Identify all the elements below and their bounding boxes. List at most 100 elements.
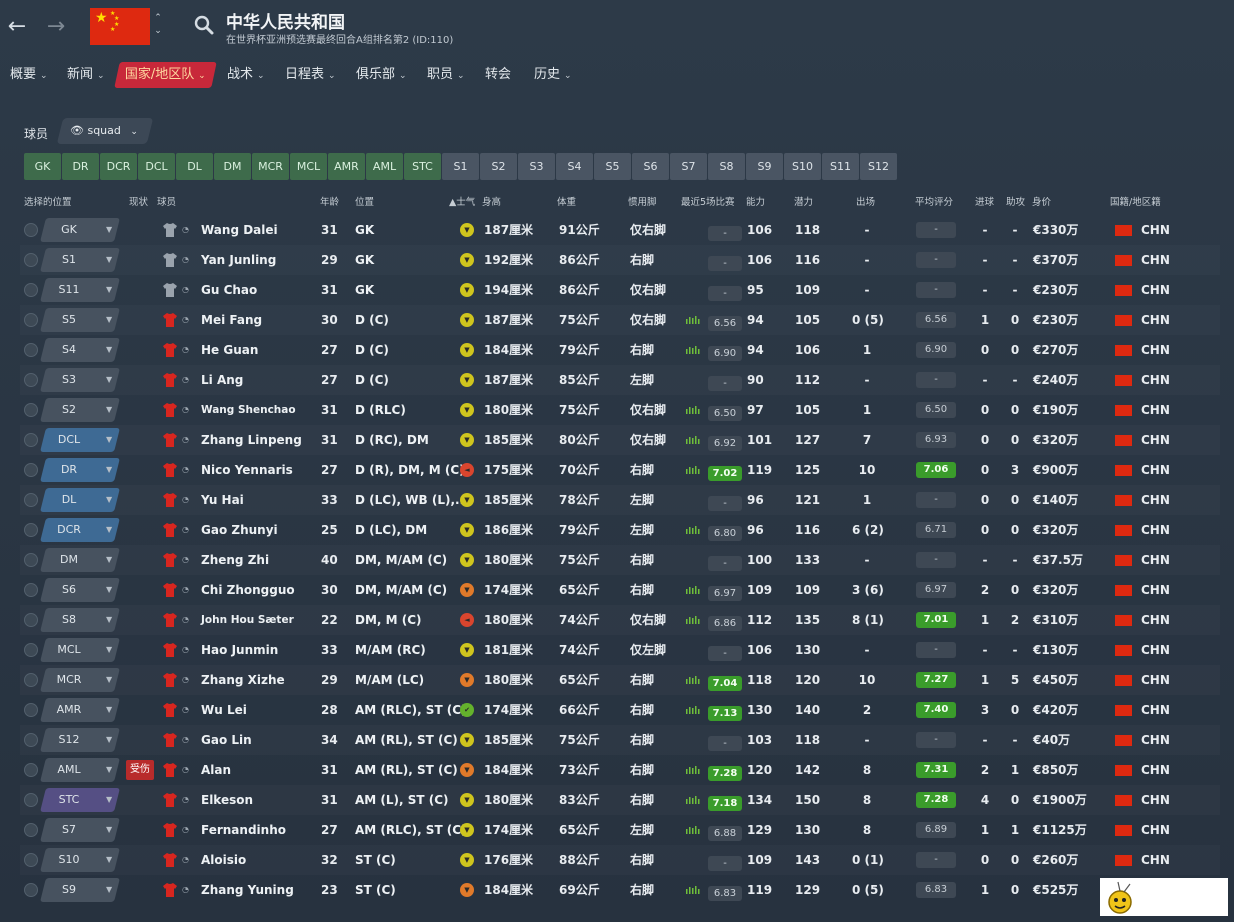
selected-position-dropdown[interactable]: S12 ▼: [40, 728, 120, 752]
player-info-icon[interactable]: ◔: [182, 875, 194, 905]
player-info-icon[interactable]: ◔: [182, 755, 194, 785]
player-name[interactable]: Mei Fang: [201, 305, 262, 335]
selected-position-dropdown[interactable]: AMR ▼: [40, 698, 120, 722]
player-info-icon[interactable]: ◔: [182, 485, 194, 515]
column-header-avg[interactable]: 平均评分: [915, 194, 953, 208]
player-name[interactable]: Chi Zhongguo: [201, 575, 295, 605]
player-name[interactable]: Yan Junling: [201, 245, 276, 275]
select-checkbox[interactable]: [24, 433, 38, 447]
table-row[interactable]: DM ▼ ◔ Zheng Zhi 40 DM, M/AM (C) ▼ 180厘米 75公斤 右脚 -…: [20, 545, 1220, 575]
player-info-icon[interactable]: ◔: [182, 215, 194, 245]
selected-position-dropdown[interactable]: S8 ▼: [40, 608, 120, 632]
column-header-assists[interactable]: 助攻: [1006, 194, 1025, 208]
filter-s9[interactable]: S9: [746, 153, 783, 180]
player-info-icon[interactable]: ◔: [182, 575, 194, 605]
select-checkbox[interactable]: [24, 373, 38, 387]
selected-position-dropdown[interactable]: GK ▼: [40, 218, 120, 242]
selected-position-dropdown[interactable]: DCL ▼: [40, 428, 120, 452]
player-name[interactable]: Zhang Yuning: [201, 875, 294, 905]
column-header-form[interactable]: 最近5场比赛: [681, 194, 735, 208]
selected-position-dropdown[interactable]: S2 ▼: [40, 398, 120, 422]
select-checkbox[interactable]: [24, 853, 38, 867]
table-row[interactable]: S7 ▼ ◔ Fernandinho 27 AM (RLC), ST (C) ▼ 174厘米 6…: [20, 815, 1220, 845]
table-row[interactable]: S6 ▼ ◔ Chi Zhongguo 30 DM, M/AM (C) ▼ 174厘米 65公斤…: [20, 575, 1220, 605]
selected-position-dropdown[interactable]: S10 ▼: [40, 848, 120, 872]
player-info-icon[interactable]: ◔: [182, 365, 194, 395]
table-row[interactable]: S12 ▼ ◔ Gao Lin 34 AM (RL), ST (C) ▼ 185厘米 75公斤右…: [20, 725, 1220, 755]
table-row[interactable]: MCR ▼ ◔ Zhang Xizhe 29 M/AM (LC) ▼ 180厘米 65公斤 右脚 7…: [20, 665, 1220, 695]
column-header-position[interactable]: 位置: [355, 194, 374, 208]
selected-position-dropdown[interactable]: S9 ▼: [40, 878, 120, 902]
player-name[interactable]: Zhang Xizhe: [201, 665, 285, 695]
selected-position-dropdown[interactable]: MCL ▼: [40, 638, 120, 662]
player-info-icon[interactable]: ◔: [182, 335, 194, 365]
player-info-icon[interactable]: ◔: [182, 695, 194, 725]
select-checkbox[interactable]: [24, 793, 38, 807]
select-checkbox[interactable]: [24, 583, 38, 597]
player-info-icon[interactable]: ◔: [182, 785, 194, 815]
player-name[interactable]: Elkeson: [201, 785, 253, 815]
column-header-morale[interactable]: ▲士气: [449, 194, 475, 208]
filter-s11[interactable]: S11: [822, 153, 859, 180]
filter-dl[interactable]: DL: [176, 153, 213, 180]
player-name[interactable]: Alan: [201, 755, 231, 785]
filter-dcr[interactable]: DCR: [100, 153, 137, 180]
select-checkbox[interactable]: [24, 523, 38, 537]
select-checkbox[interactable]: [24, 703, 38, 717]
player-info-icon[interactable]: ◔: [182, 515, 194, 545]
player-name[interactable]: Gu Chao: [201, 275, 257, 305]
filter-mcr[interactable]: MCR: [252, 153, 289, 180]
player-name[interactable]: He Guan: [201, 335, 258, 365]
table-row[interactable]: S11 ▼ ◔ Gu Chao 31 GK ▼ 194厘米 86公斤 仅右脚 -95 109- - - - €…: [20, 275, 1220, 305]
table-row[interactable]: DCR ▼ ◔ Gao Zhunyi 25 D (LC), DM ▼ 186厘米 79公斤 左脚 6…: [20, 515, 1220, 545]
player-name[interactable]: Aloisio: [201, 845, 246, 875]
select-checkbox[interactable]: [24, 493, 38, 507]
select-checkbox[interactable]: [24, 313, 38, 327]
player-info-icon[interactable]: ◔: [182, 305, 194, 335]
filter-dm[interactable]: DM: [214, 153, 251, 180]
player-info-icon[interactable]: ◔: [182, 245, 194, 275]
menu-item-6[interactable]: 职员 ⌄: [427, 62, 465, 88]
player-name[interactable]: Yu Hai: [201, 485, 244, 515]
chevron-down-icon[interactable]: ⌄: [152, 25, 164, 38]
column-header-selpos[interactable]: 选择的位置: [24, 194, 72, 208]
player-info-icon[interactable]: ◔: [182, 815, 194, 845]
column-header-nation[interactable]: 国籍/地区籍: [1110, 194, 1161, 208]
select-checkbox[interactable]: [24, 613, 38, 627]
player-info-icon[interactable]: ◔: [182, 275, 194, 305]
menu-item-5[interactable]: 俱乐部 ⌄: [356, 62, 407, 88]
filter-stc[interactable]: STC: [404, 153, 441, 180]
filter-s4[interactable]: S4: [556, 153, 593, 180]
player-info-icon[interactable]: ◔: [182, 725, 194, 755]
menu-item-8[interactable]: 历史 ⌄: [534, 62, 572, 88]
menu-item-4[interactable]: 日程表 ⌄: [285, 62, 336, 88]
selected-position-dropdown[interactable]: STC ▼: [40, 788, 120, 812]
column-header-value[interactable]: 身价: [1032, 194, 1051, 208]
player-name[interactable]: Li Ang: [201, 365, 243, 395]
filter-aml[interactable]: AML: [366, 153, 403, 180]
table-row[interactable]: S10 ▼ ◔ Aloisio 32 ST (C) ▼ 176厘米 88公斤 右脚 -109 143 0…: [20, 845, 1220, 875]
column-header-height[interactable]: 身高: [482, 194, 501, 208]
table-row[interactable]: S8 ▼ ◔ John Hou Sæter 22 DM, M (C) ◄ 180厘米 74公斤 仅…: [20, 605, 1220, 635]
back-arrow-icon[interactable]: ←: [4, 14, 30, 40]
select-checkbox[interactable]: [24, 883, 38, 897]
filter-s2[interactable]: S2: [480, 153, 517, 180]
player-name[interactable]: John Hou Sæter: [201, 605, 294, 635]
filter-s12[interactable]: S12: [860, 153, 897, 180]
filter-s1[interactable]: S1: [442, 153, 479, 180]
select-checkbox[interactable]: [24, 223, 38, 237]
search-icon[interactable]: [193, 14, 215, 36]
filter-dr[interactable]: DR: [62, 153, 99, 180]
filter-s5[interactable]: S5: [594, 153, 631, 180]
menu-item-7[interactable]: 转会: [485, 62, 511, 88]
column-header-potential[interactable]: 潜力: [794, 194, 813, 208]
table-row[interactable]: AML ▼ 受伤 ◔ Alan 31 AM (RL), ST (C) ▼ 184厘米 73公斤 右脚…: [20, 755, 1220, 785]
player-name[interactable]: Wang Dalei: [201, 215, 278, 245]
column-header-status[interactable]: 现状: [129, 194, 148, 208]
column-header-goals[interactable]: 进球: [975, 194, 994, 208]
select-checkbox[interactable]: [24, 343, 38, 357]
column-header-foot[interactable]: 惯用脚: [628, 194, 657, 208]
selected-position-dropdown[interactable]: MCR ▼: [40, 668, 120, 692]
table-row[interactable]: DR ▼ ◔ Nico Yennaris 27 D (R), DM, M (C) ◄ 175厘…: [20, 455, 1220, 485]
player-info-icon[interactable]: ◔: [182, 395, 194, 425]
